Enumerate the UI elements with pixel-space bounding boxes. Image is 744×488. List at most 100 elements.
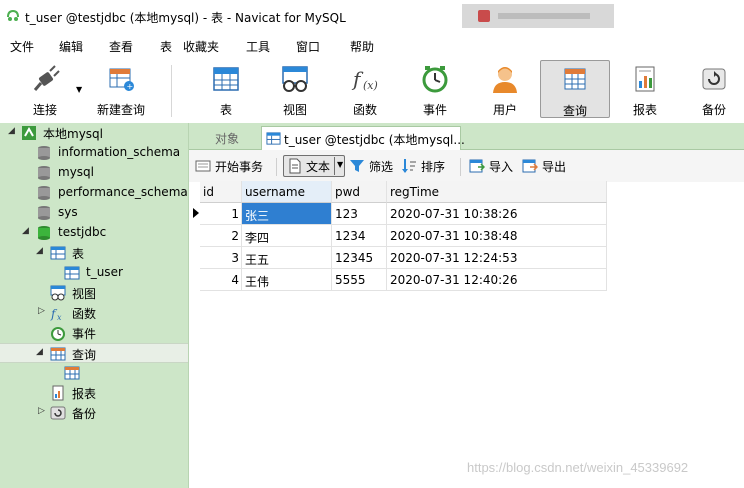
text-view-button[interactable]: 文本 ▼ [283,155,345,177]
export-icon [522,159,538,173]
column-header-id[interactable]: id [200,181,242,203]
cell-username[interactable]: 李四 [242,225,332,247]
view-button[interactable]: 视图 [265,60,325,118]
connection-icon [22,126,36,140]
cell-pwd[interactable]: 123 [332,203,387,225]
begin-transaction-label: 开始事务 [215,160,264,174]
query-icon [64,366,80,380]
cell-regtime[interactable]: 2020-07-31 10:38:48 [387,225,607,247]
views-label: 视图 [72,287,97,301]
collapse-arrow-icon[interactable]: ◢ [22,226,29,236]
tree-backups-folder[interactable]: ▷ 备份 [0,403,188,423]
cell-id[interactable]: 4 [200,269,242,291]
plug-icon [33,65,60,91]
user-icon [493,67,517,93]
backup-button[interactable]: 备份 [685,60,743,118]
connect-button[interactable]: 连接 [10,60,80,118]
tab-objects[interactable]: 对象 [195,126,259,150]
connect-dropdown-caret-icon[interactable]: ▼ [76,85,82,94]
tree-functions-folder[interactable]: ▷ f x 函数 [0,303,188,323]
tree-query-item[interactable] [0,363,188,383]
svg-text:x: x [57,313,62,321]
cell-regtime[interactable]: 2020-07-31 12:24:53 [387,247,607,269]
menu-tools[interactable]: 工具 [246,38,270,55]
events-label: 事件 [72,327,97,341]
menu-file[interactable]: 文件 [10,38,34,55]
menu-table[interactable]: 表 [160,38,172,55]
user-label: 用户 [492,103,517,117]
report-icon [635,66,655,92]
user-button[interactable]: 用户 [475,60,535,118]
tree-connection-local-mysql[interactable]: ◢ 本地mysql [0,123,188,143]
table-button[interactable]: 表 [196,60,256,118]
expand-arrow-icon[interactable]: ▷ [38,406,45,416]
function-fx-icon: f x [50,307,62,321]
new-query-button[interactable]: + 新建查询 [90,60,152,118]
event-button[interactable]: 事件 [405,60,465,118]
text-document-icon [289,158,301,174]
tree-queries-folder[interactable]: ◢ 查询 [0,343,188,363]
tree-db-testjdbc[interactable]: ◢ testjdbc [0,223,188,243]
filter-funnel-icon [350,160,364,172]
event-clock-icon [422,66,448,93]
function-button[interactable]: f (x) 函数 [335,60,395,118]
column-header-username[interactable]: username [242,181,332,203]
cell-username[interactable]: 张三 [242,203,332,225]
menu-window[interactable]: 窗口 [296,38,320,55]
collapse-arrow-icon[interactable]: ◢ [36,246,43,256]
cell-id[interactable]: 1 [200,203,242,225]
sort-icon [402,159,416,173]
menu-favorites[interactable]: 收藏夹 [183,38,219,55]
tree-db-performance-schema[interactable]: performance_schema [0,183,188,203]
tree-events-folder[interactable]: 事件 [0,323,188,343]
sort-label: 排序 [421,160,446,174]
expand-arrow-icon[interactable]: ▷ [38,306,45,316]
table-icon [213,67,239,91]
text-view-dropdown-icon[interactable]: ▼ [337,160,343,169]
cell-username[interactable]: 王伟 [242,269,332,291]
tab-t-user[interactable]: t_user @testjdbc (本地mysql... [261,126,465,150]
query-button[interactable]: 查询 [540,60,610,118]
sort-button[interactable]: 排序 [401,155,451,177]
column-header-regtime[interactable]: regTime [387,181,607,203]
filter-label: 筛选 [369,160,394,174]
tree-tables-folder[interactable]: ◢ 表 [0,243,188,263]
cell-pwd[interactable]: 12345 [332,247,387,269]
import-button[interactable]: 导入 [469,155,519,177]
toolbar-separator [171,65,172,117]
tree-db-sys[interactable]: sys [0,203,188,223]
database-label: performance_schema [58,185,188,199]
tree-db-information-schema[interactable]: information_schema [0,143,188,163]
query-icon [564,68,586,90]
cell-regtime[interactable]: 2020-07-31 12:40:26 [387,269,607,291]
database-icon [38,206,50,220]
table-icon [266,132,281,145]
menu-view[interactable]: 查看 [109,38,133,55]
begin-transaction-button[interactable]: 开始事务 [195,155,271,177]
tree-table-t-user[interactable]: t_user [0,263,188,283]
function-label: 函数 [352,103,377,117]
import-icon [469,159,485,173]
column-header-pwd[interactable]: pwd [332,181,387,203]
background-window-icon [478,10,490,22]
cell-pwd[interactable]: 5555 [332,269,387,291]
export-button[interactable]: 导出 [522,155,572,177]
report-button[interactable]: 报表 [615,60,675,118]
cell-pwd[interactable]: 1234 [332,225,387,247]
event-label: 事件 [422,103,447,117]
tree-views-folder[interactable]: 视图 [0,283,188,303]
tree-db-mysql[interactable]: mysql [0,163,188,183]
cell-regtime[interactable]: 2020-07-31 10:38:26 [387,203,607,225]
filter-button[interactable]: 筛选 [349,155,397,177]
functions-label: 函数 [72,307,97,321]
collapse-arrow-icon[interactable]: ◢ [36,347,43,357]
collapse-arrow-icon[interactable]: ◢ [8,126,15,136]
cell-id[interactable]: 3 [200,247,242,269]
tree-reports-folder[interactable]: 报表 [0,383,188,403]
reports-label: 报表 [72,387,97,401]
tab-bar: 对象 t_user @testjdbc (本地mysql... [189,123,744,150]
menu-edit[interactable]: 编辑 [59,38,83,55]
menu-help[interactable]: 帮助 [350,38,374,55]
cell-id[interactable]: 2 [200,225,242,247]
cell-username[interactable]: 王五 [242,247,332,269]
